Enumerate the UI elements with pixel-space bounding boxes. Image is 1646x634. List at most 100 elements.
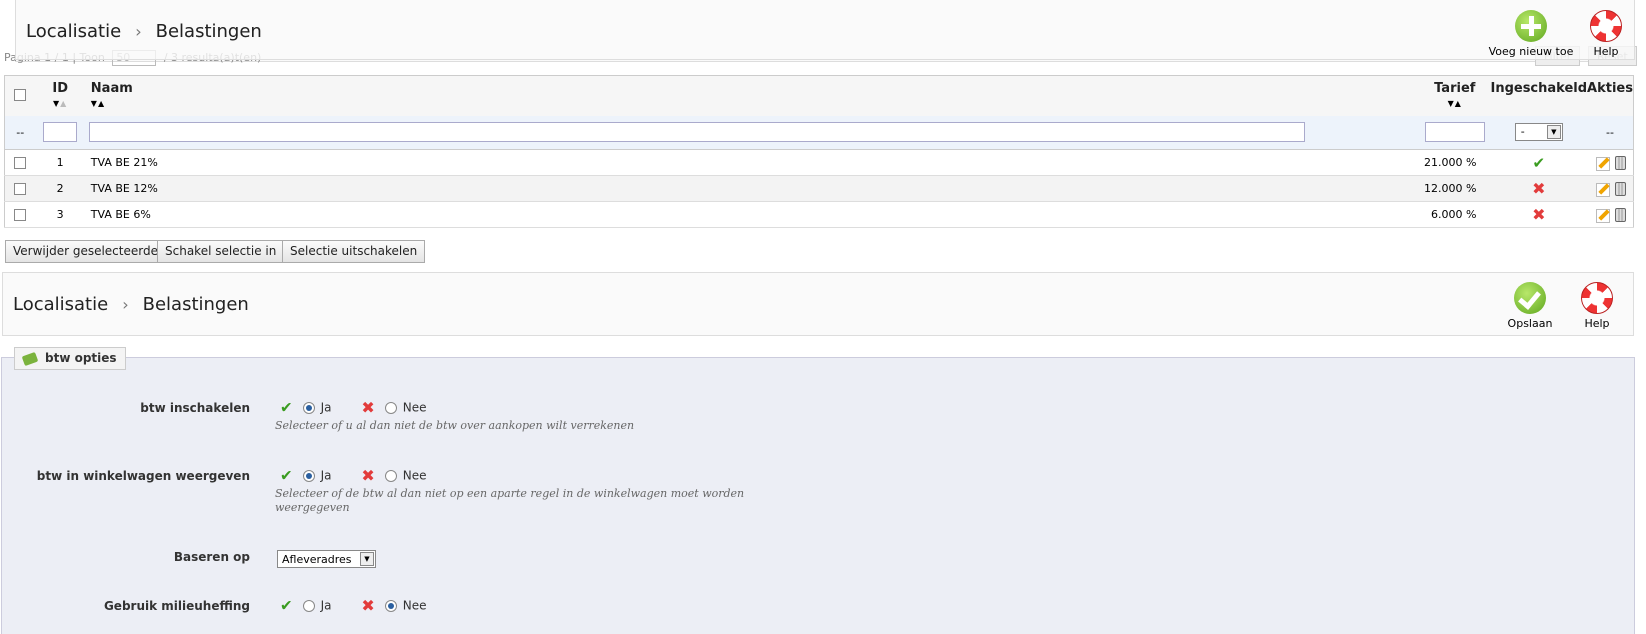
chevron-down-icon: ▼ (1546, 125, 1561, 140)
plus-icon (1515, 10, 1547, 42)
row-checkbox[interactable] (14, 183, 27, 195)
select-all-checkbox[interactable] (14, 89, 27, 101)
enable-selection-button[interactable]: Schakel selectie in (157, 240, 285, 263)
column-id: ID ▼▲ (35, 75, 85, 116)
lifebuoy-icon (1581, 282, 1613, 314)
yes-label: Ja (320, 598, 332, 613)
name-filter-input[interactable] (88, 122, 1305, 143)
breadcrumb-localisatie[interactable]: Localisatie (26, 21, 121, 42)
help-button[interactable]: Help (1552, 282, 1642, 330)
table-header-row: ID ▼▲ Naam ▼▲ Tarief ▼▲ Ingeschakeld Akt… (4, 75, 1634, 116)
enable-tax-yes-radio[interactable] (302, 401, 315, 414)
row-id: 2 (35, 175, 85, 202)
filter-row: -- - ▼ -- (4, 115, 1634, 150)
sort-arrows-icon[interactable]: ▼▲ (91, 99, 1419, 108)
help-button[interactable]: Help (1561, 10, 1646, 58)
chevron-right-icon: › (135, 22, 142, 41)
chevron-down-icon: ▼ (360, 552, 374, 566)
delete-icon[interactable] (1614, 155, 1626, 170)
delete-icon[interactable] (1614, 181, 1626, 196)
id-filter-input[interactable] (43, 122, 78, 143)
disabled-cross-icon[interactable]: ✖ (1532, 205, 1545, 224)
enabled-filter-select[interactable]: - ▼ (1514, 123, 1563, 142)
row-id: 3 (35, 201, 85, 228)
breadcrumb: Localisatie › Belastingen (26, 21, 262, 42)
column-actions: Akties (1587, 75, 1634, 116)
breadcrumb-localisatie[interactable]: Localisatie (13, 294, 108, 315)
display-tax-help: Selecteer of de btw al dan niet op een a… (275, 487, 745, 514)
leaf-icon (21, 351, 39, 366)
delete-icon[interactable] (1614, 207, 1626, 222)
help-label: Help (1584, 317, 1610, 330)
enable-tax-label: btw inschakelen (140, 401, 250, 415)
row-checkbox[interactable] (14, 209, 27, 221)
row-name: TVA BE 12% (84, 175, 1420, 202)
row-name: TVA BE 6% (84, 201, 1420, 228)
enable-tax-no-radio[interactable] (384, 401, 397, 414)
table-row[interactable]: 1 TVA BE 21% 21.000 % ✔ (4, 149, 1634, 176)
breadcrumb-belastingen: Belastingen (142, 294, 249, 315)
column-rate: Tarief ▼▲ (1419, 75, 1491, 116)
row-id: 1 (35, 149, 85, 176)
column-rate-label: Tarief (1434, 81, 1476, 96)
display-tax-label: btw in winkelwagen weergeven (36, 469, 250, 483)
row-name: TVA BE 21% (84, 149, 1420, 176)
eco-tax-yes-radio[interactable] (302, 599, 315, 612)
yes-label: Ja (320, 468, 332, 483)
tax-options-panel (1, 357, 1635, 634)
tax-options-legend: btw opties (14, 347, 126, 370)
display-tax-yes-radio[interactable] (302, 469, 315, 482)
column-id-label: ID (52, 81, 68, 96)
lifebuoy-icon (1590, 10, 1622, 42)
toolbar-header-2: Localisatie › Belastingen Opslaan Help (2, 272, 1634, 336)
toolbar-header-overlay: Localisatie › Belastingen Voeg nieuw toe H… (15, 0, 1635, 60)
rate-filter-input[interactable] (1424, 122, 1485, 143)
edit-icon[interactable] (1595, 156, 1610, 171)
enabled-filter-value: - (1520, 125, 1525, 139)
base-on-label: Baseren op (173, 550, 250, 564)
check-icon (1514, 282, 1546, 314)
column-enabled-label: Ingeschakeld (1490, 81, 1588, 96)
enabled-check-icon[interactable]: ✔ (1532, 154, 1545, 172)
eco-tax-label: Gebruik milieuheffing (103, 599, 250, 613)
disabled-cross-icon[interactable]: ✖ (1532, 179, 1545, 198)
base-on-select[interactable]: Afleveradres ▼ (277, 550, 376, 568)
eco-tax-no-radio[interactable] (384, 599, 397, 612)
save-label: Opslaan (1507, 317, 1553, 330)
row-rate: 12.000 % (1419, 175, 1491, 202)
table-row[interactable]: 3 TVA BE 6% 6.000 % ✖ (4, 201, 1634, 228)
enable-tax-help: Selecteer of u al dan niet de btw over a… (275, 419, 635, 432)
check-icon: ✔ (280, 398, 293, 417)
yes-label: Ja (320, 400, 332, 415)
filter-actions-dash: -- (1587, 115, 1634, 150)
help-label: Help (1593, 45, 1619, 58)
breadcrumb-belastingen: Belastingen (155, 21, 262, 42)
table-row[interactable]: 2 TVA BE 12% 12.000 % ✖ (4, 175, 1634, 202)
cross-icon: ✖ (361, 398, 375, 417)
base-on-value: Afleveradres (282, 553, 352, 566)
filter-dash: -- (4, 115, 36, 150)
column-actions-label: Akties (1587, 81, 1633, 96)
row-checkbox[interactable] (14, 157, 27, 169)
check-icon: ✔ (280, 466, 293, 485)
no-label: Nee (402, 468, 427, 483)
no-label: Nee (402, 400, 427, 415)
disable-selection-button[interactable]: Selectie uitschakelen (282, 240, 426, 263)
edit-icon[interactable] (1595, 208, 1610, 223)
eco-tax-options: ✔ Ja ✖ Nee (280, 596, 426, 615)
sort-arrows-icon[interactable]: ▼▲ (1419, 99, 1490, 108)
edit-icon[interactable] (1595, 182, 1610, 197)
tax-table: ID ▼▲ Naam ▼▲ Tarief ▼▲ Ingeschakeld Akt… (4, 75, 1634, 228)
column-name: Naam ▼▲ (84, 75, 1420, 116)
chevron-right-icon: › (122, 295, 129, 314)
cross-icon: ✖ (361, 466, 375, 485)
legend-label: btw opties (45, 351, 117, 365)
display-tax-options: ✔ Ja ✖ Nee (280, 466, 426, 485)
delete-selected-button[interactable]: Verwijder geselecteerde (5, 240, 166, 263)
no-label: Nee (402, 598, 427, 613)
row-rate: 6.000 % (1419, 201, 1491, 228)
display-tax-no-radio[interactable] (384, 469, 397, 482)
sort-arrows-icon[interactable]: ▼▲ (36, 99, 85, 108)
breadcrumb: Localisatie › Belastingen (13, 294, 249, 315)
cross-icon: ✖ (361, 596, 375, 615)
